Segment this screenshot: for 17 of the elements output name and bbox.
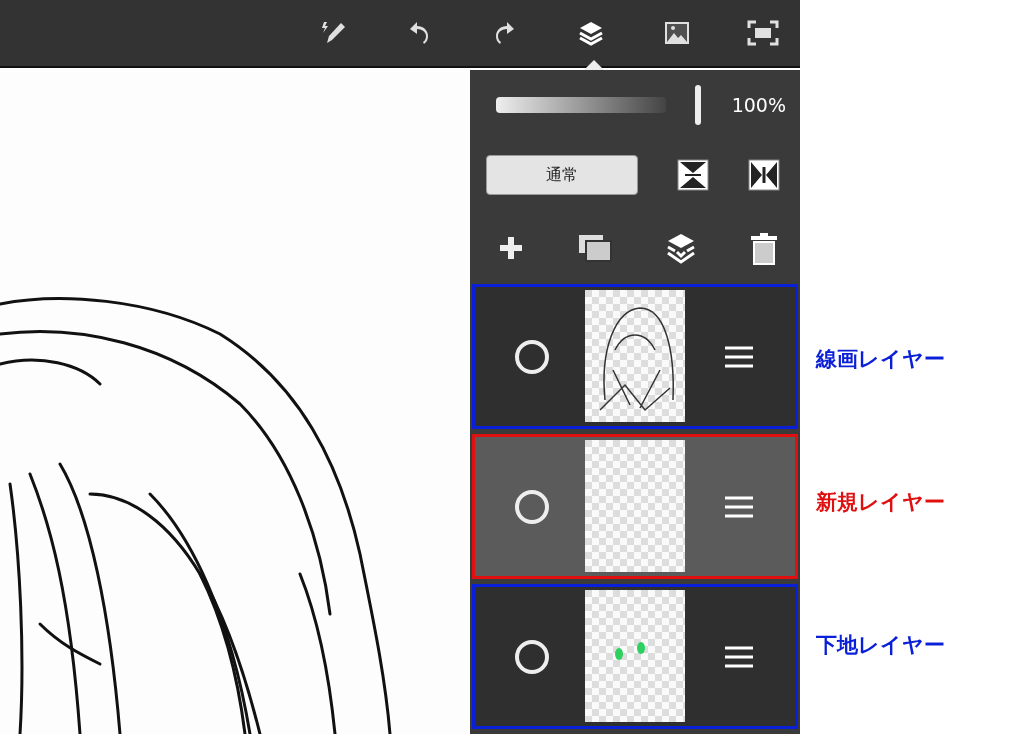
fullscreen-icon xyxy=(746,18,780,48)
opacity-value: 100% xyxy=(731,93,786,116)
duplicate-icon[interactable] xyxy=(576,232,613,263)
layer-row[interactable] xyxy=(472,434,798,580)
opacity-slider[interactable] xyxy=(496,84,701,125)
layer-row[interactable] xyxy=(472,284,798,430)
blend-mode-button[interactable]: 通常 xyxy=(486,155,638,196)
trash-icon[interactable] xyxy=(749,230,778,265)
clip-horizontal-icon[interactable] xyxy=(748,159,780,192)
caret-icon xyxy=(584,60,604,70)
layer-row[interactable] xyxy=(472,584,798,730)
layer-annotation: 下地レイヤー xyxy=(815,632,946,659)
layer-annotation: 新規レイヤー xyxy=(815,489,946,516)
clip-vertical-icon[interactable] xyxy=(677,159,709,192)
plus-icon[interactable] xyxy=(498,234,524,261)
layer-annotation: 線画レイヤー xyxy=(814,346,946,373)
slider-handle[interactable] xyxy=(695,84,701,125)
